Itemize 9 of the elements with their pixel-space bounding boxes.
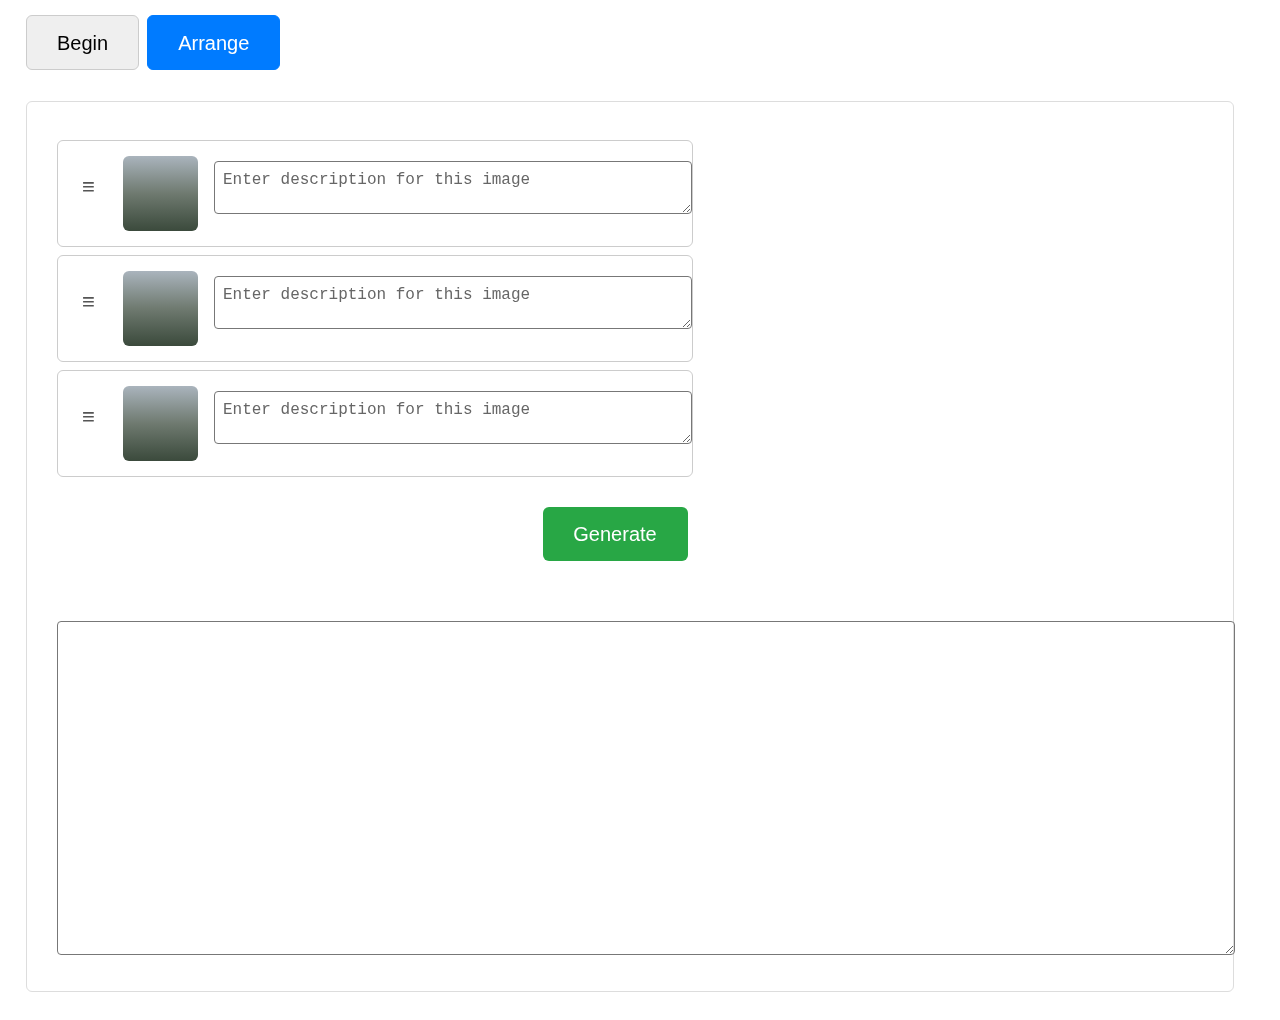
output-text-area[interactable] (57, 621, 1235, 955)
drag-handle[interactable]: ≡ (82, 291, 100, 313)
description-field[interactable]: Enter description for this image (213, 276, 692, 329)
drag-handle[interactable]: ≡ (82, 406, 100, 428)
tab[interactable]: Begin (26, 15, 140, 70)
drag-handle[interactable]: ≡ (82, 176, 100, 198)
description-field[interactable]: Enter description for this image (213, 391, 692, 444)
tab[interactable]: Arrange (147, 15, 281, 70)
description-field[interactable]: Enter description for this image (213, 161, 692, 214)
